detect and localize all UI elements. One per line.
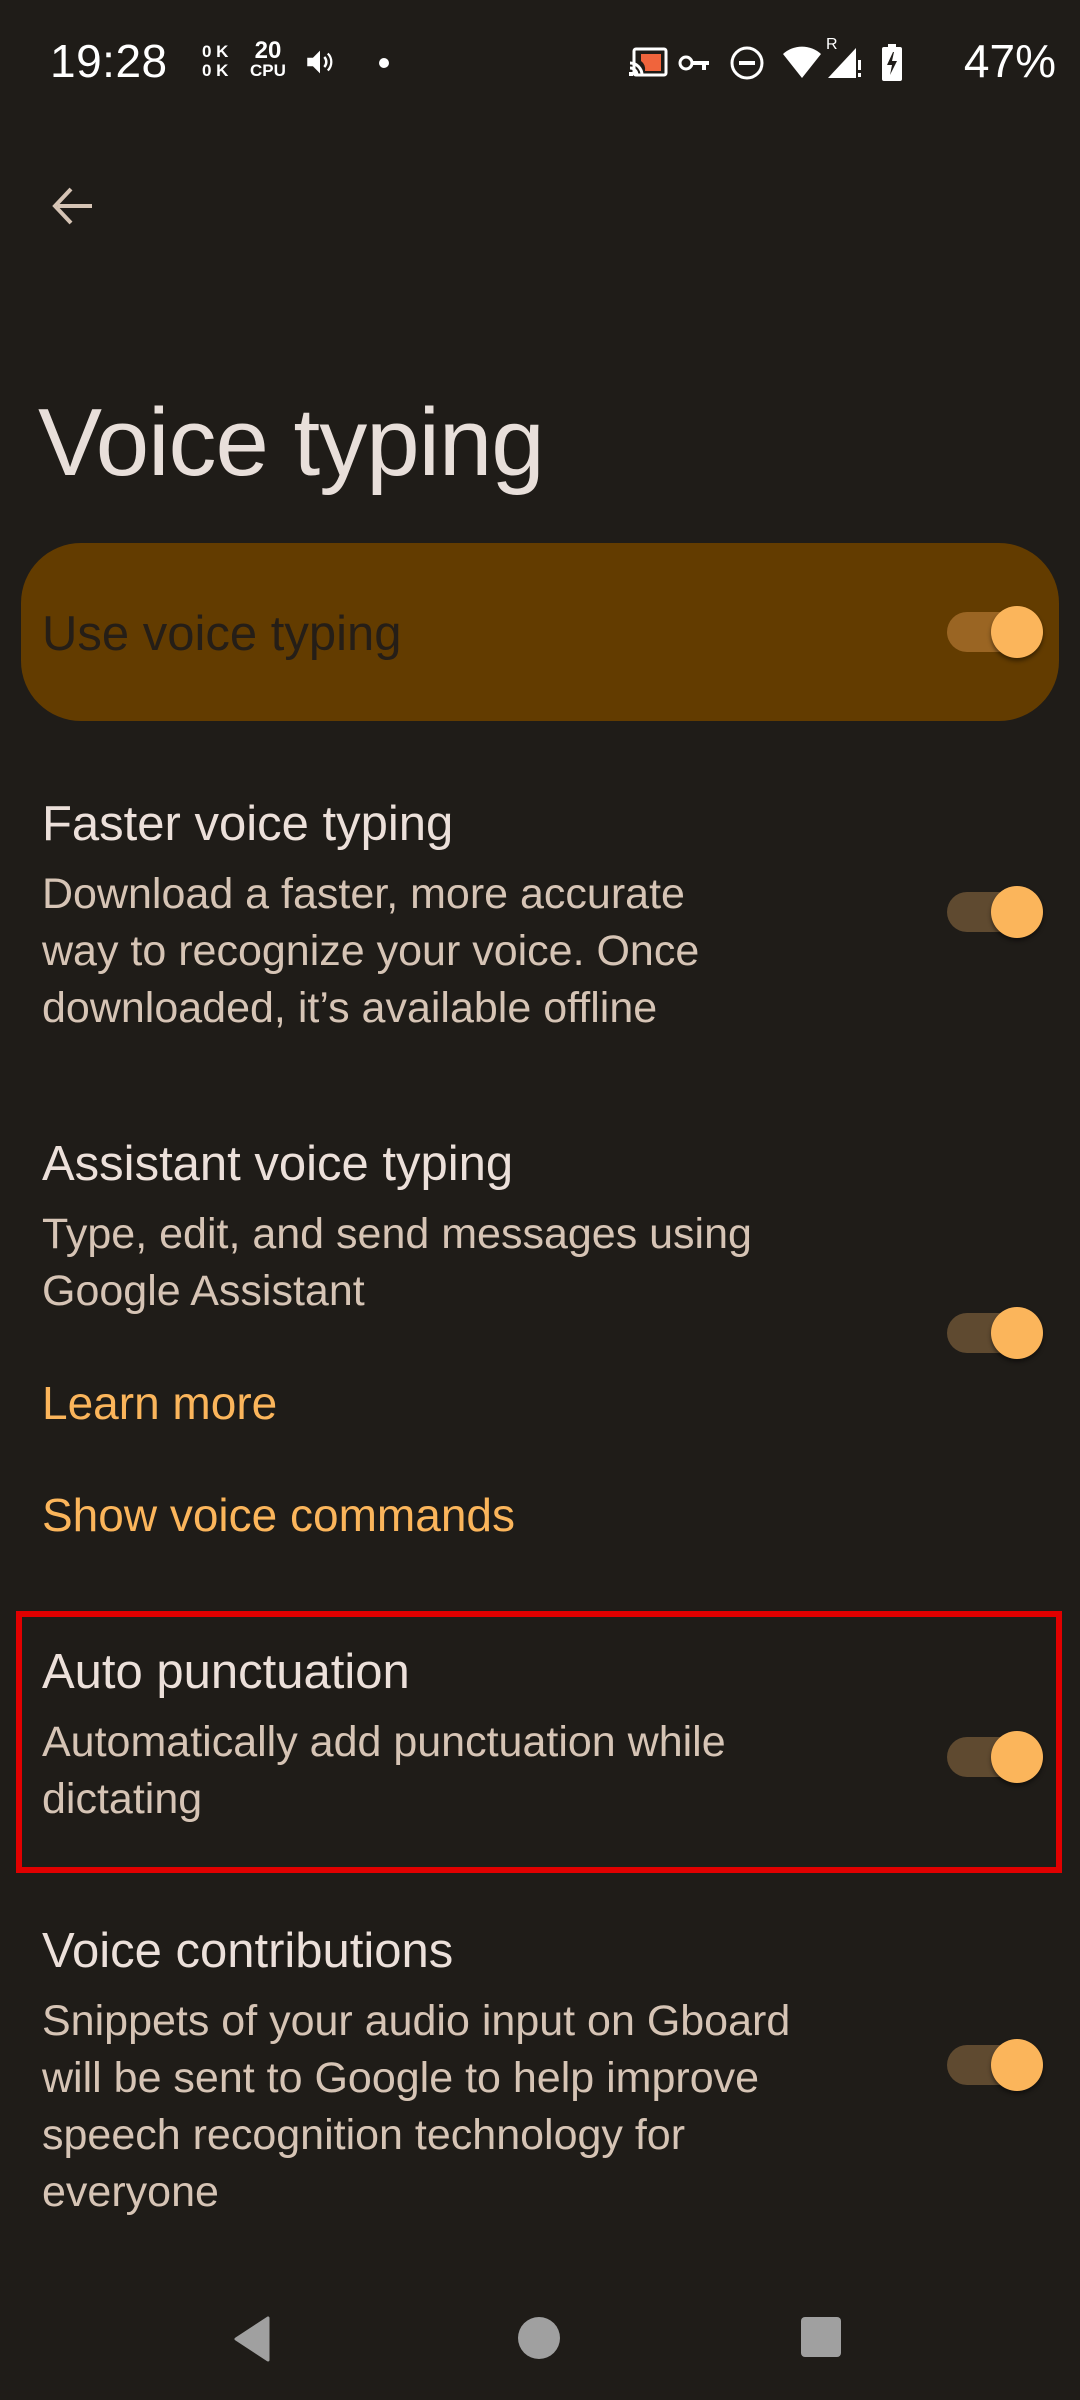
voice-contributions-toggle[interactable] [947,2035,1043,2095]
setting-title: Assistant voice typing [42,1137,514,1191]
use-voice-typing-switch-bar[interactable]: Use voice typing [21,543,1059,721]
summary-line: way to recognize your voice. Once [42,927,700,975]
setting-voice-contributions[interactable]: Voice contributions Snippets of your aud… [0,1895,1080,2225]
cast-icon [629,47,668,77]
status-time: 19:28 [50,35,168,87]
signal-roaming-icon [828,48,861,78]
use-voice-typing-toggle[interactable] [947,602,1043,662]
net-down: 0 K [202,61,229,80]
wifi-icon [783,46,821,78]
toggle-thumb [991,1307,1043,1359]
net-up: 0 K [202,42,229,61]
setting-summary: Type, edit, and send messages using Goog… [42,1206,902,1320]
notification-dot-icon [379,58,389,68]
toggle-thumb [991,886,1043,938]
summary-line: Snippets of your audio input on Gboard [42,1997,791,2045]
setting-faster-voice-typing[interactable]: Faster voice typing Download a faster, m… [0,770,1080,1060]
nav-recents-icon[interactable] [801,2317,841,2357]
summary-line: Type, edit, and send messages using [42,1210,752,1258]
battery-charging-icon [882,44,902,81]
setting-summary: Download a faster, more accurate way to … [42,866,902,1037]
page-title: Voice typing [38,389,545,496]
toggle-thumb [991,606,1043,658]
summary-line: everyone [42,2168,219,2216]
summary-line: Download a faster, more accurate [42,870,685,918]
volume-icon [307,50,333,74]
arrow-back-icon[interactable] [48,182,98,232]
show-voice-commands-link[interactable]: Show voice commands [42,1488,515,1542]
summary-line: will be sent to Google to help improve [42,2054,760,2102]
setting-summary: Snippets of your audio input on Gboard w… [42,1993,922,2221]
setting-title: Voice contributions [42,1924,454,1978]
summary-line: downloaded, it’s available offline [42,984,658,1032]
faster-voice-typing-toggle[interactable] [947,882,1043,942]
cpu-label: CPU [250,61,286,80]
vpn-key-icon [678,55,709,71]
nav-back-icon[interactable] [232,2316,276,2362]
battery-percent: 47% [963,35,1056,87]
assistant-voice-typing-toggle[interactable] [947,1303,1043,1363]
nav-home-icon[interactable] [518,2317,560,2359]
network-speed: 0 K 0 K [202,42,228,80]
cpu-value: 20 [254,37,282,64]
toggle-thumb [991,2039,1043,2091]
cpu-indicator: 20 CPU [250,37,286,80]
setting-title: Faster voice typing [42,797,454,851]
highlight-box [16,1611,1062,1873]
use-voice-typing-label: Use voice typing [42,607,402,661]
do-not-disturb-icon [730,46,764,80]
learn-more-link[interactable]: Learn more [42,1376,277,1430]
summary-line: Google Assistant [42,1267,365,1315]
setting-assistant-voice-typing[interactable]: Assistant voice typing Type, edit, and s… [0,1110,1080,1450]
setting-show-voice-commands[interactable]: Show voice commands [0,1460,1080,1570]
summary-line: speech recognition technology for [42,2111,686,2159]
